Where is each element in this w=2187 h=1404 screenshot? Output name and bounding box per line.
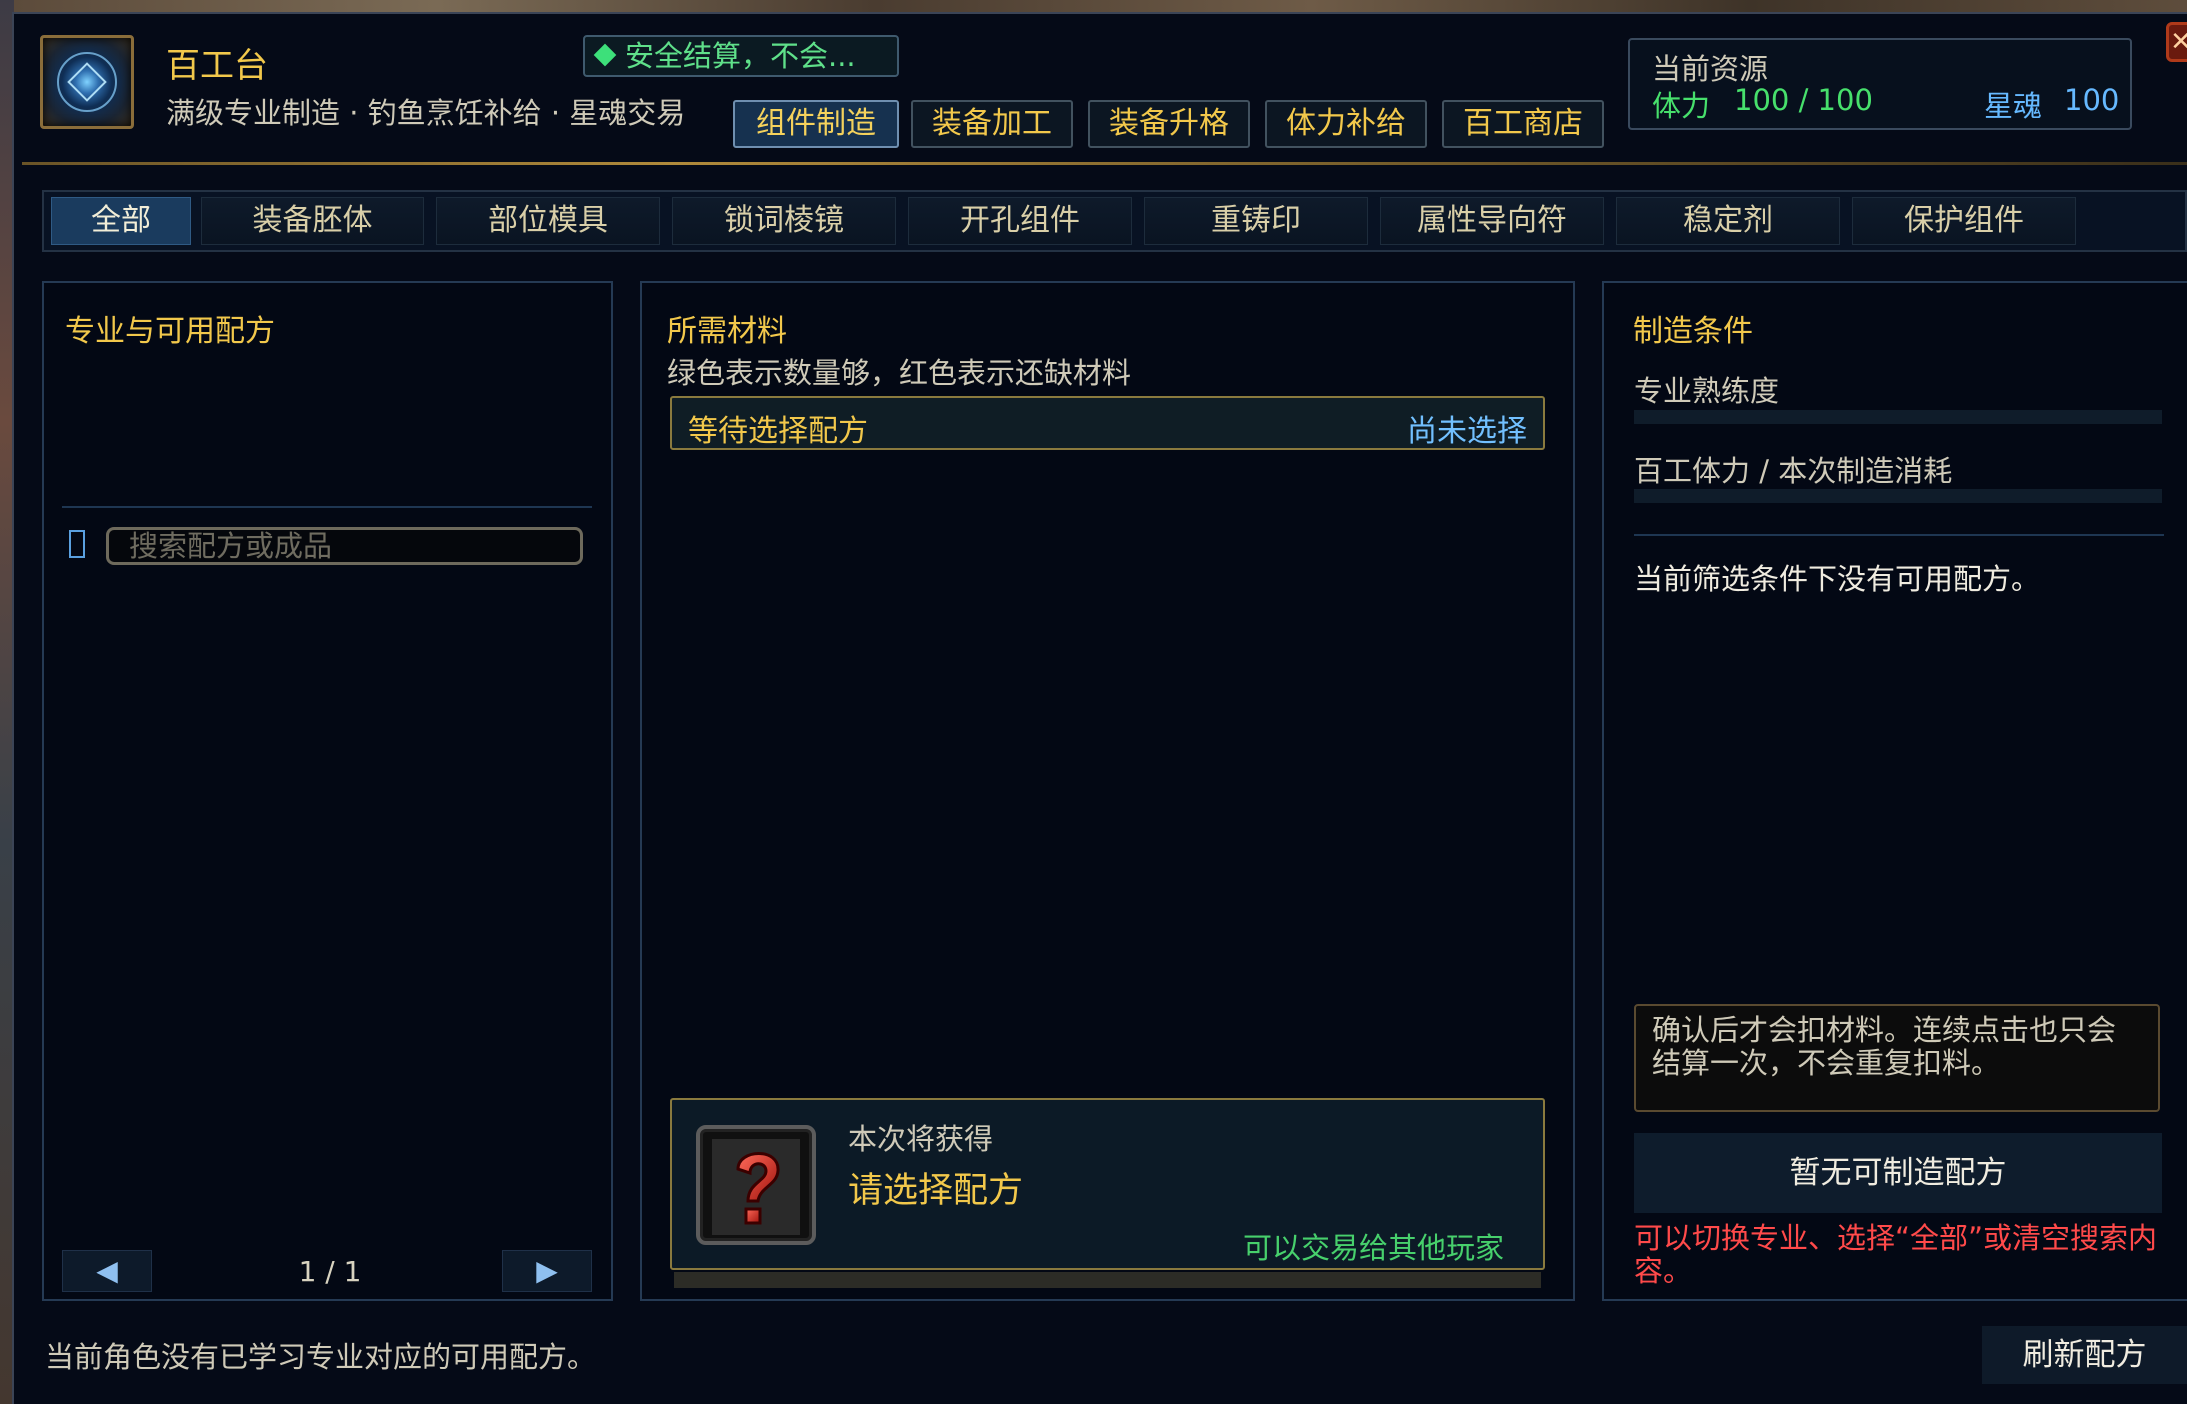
result-tradable: 可以交易给其他玩家 [1243, 1231, 1505, 1265]
diamond-icon [593, 43, 617, 67]
category-stabilizer[interactable]: 稳定剂 [1616, 197, 1840, 245]
footer-status: 当前角色没有已学习专业对应的可用配方。 [45, 1340, 597, 1374]
result-progress-bar [674, 1272, 1541, 1288]
unknown-item-icon [696, 1125, 816, 1245]
safe-settlement-badge: 安全结算，不会... [583, 35, 899, 77]
proficiency-label: 专业熟练度 [1634, 374, 1780, 408]
category-lock-prism[interactable]: 锁词棱镜 [672, 197, 896, 245]
confirm-warning: 确认后才会扣材料。连续点击也只会结算一次，不会重复扣料。 [1634, 1004, 2160, 1112]
category-all[interactable]: 全部 [51, 197, 191, 245]
tab-equipment-processing[interactable]: 装备加工 [911, 100, 1073, 148]
no-recipe-message: 当前筛选条件下没有可用配方。 [1634, 562, 2041, 596]
refresh-recipes-button[interactable]: 刷新配方 [1982, 1326, 2187, 1384]
chevron-left-icon: ◀ [96, 1254, 118, 1287]
tab-equipment-upgrade[interactable]: 装备升格 [1088, 100, 1250, 148]
craft-button[interactable]: 暂无可制造配方 [1634, 1133, 2162, 1213]
resources-title: 当前资源 [1652, 52, 1769, 86]
result-label: 本次将获得 [848, 1122, 994, 1156]
category-protection-component[interactable]: 保护组件 [1852, 197, 2076, 245]
materials-panel-title: 所需材料 [667, 314, 787, 349]
prev-page-button[interactable]: ◀ [62, 1250, 152, 1292]
proficiency-bar [1634, 410, 2162, 424]
soul-value: 100 [2064, 83, 2120, 117]
conditions-divider [1634, 534, 2164, 536]
recipes-panel-title: 专业与可用配方 [65, 314, 275, 349]
filter-hint: 可以切换专业、选择“全部”或清空搜索内容。 [1634, 1221, 2158, 1288]
workbench-icon [40, 35, 134, 129]
conditions-panel-title: 制造条件 [1633, 314, 1753, 349]
page-indicator: 1 / 1 [298, 1255, 362, 1288]
recipes-panel [42, 281, 613, 1301]
soul-label: 星魂 [1984, 89, 2043, 123]
result-name: 请选择配方 [848, 1171, 1024, 1211]
tab-stamina-supply[interactable]: 体力补给 [1265, 100, 1427, 148]
next-page-button[interactable]: ▶ [502, 1250, 592, 1292]
stamina-label: 体力 [1652, 89, 1711, 123]
close-button[interactable]: ✕ [2166, 22, 2187, 62]
category-slot-mold[interactable]: 部位模具 [436, 197, 660, 245]
category-reforge-seal[interactable]: 重铸印 [1144, 197, 1368, 245]
tab-workshop-store[interactable]: 百工商店 [1442, 100, 1604, 148]
material-row-status: 尚未选择 [1407, 414, 1527, 449]
header-divider [22, 162, 2187, 165]
search-icon [69, 530, 85, 558]
close-icon: ✕ [2170, 27, 2187, 57]
search-input[interactable] [106, 527, 583, 565]
stamina-cost-bar [1634, 489, 2162, 503]
recipes-divider [62, 506, 592, 508]
window-title: 百工台 [166, 46, 268, 86]
stamina-value: 100 / 100 [1734, 83, 1873, 117]
material-row: 等待选择配方 尚未选择 [670, 396, 1545, 450]
category-equipment-blank[interactable]: 装备胚体 [201, 197, 424, 245]
window-subtitle: 满级专业制造 · 钓鱼烹饪补给 · 星魂交易 [166, 96, 686, 130]
category-attribute-rune[interactable]: 属性导向符 [1380, 197, 1604, 245]
category-socket-component[interactable]: 开孔组件 [908, 197, 1132, 245]
chevron-right-icon: ▶ [536, 1254, 558, 1287]
material-row-label: 等待选择配方 [688, 414, 868, 449]
materials-note: 绿色表示数量够，红色表示还缺材料 [667, 356, 1132, 390]
stamina-cost-label: 百工体力 / 本次制造消耗 [1634, 454, 1953, 488]
tab-component-craft[interactable]: 组件制造 [733, 100, 899, 148]
